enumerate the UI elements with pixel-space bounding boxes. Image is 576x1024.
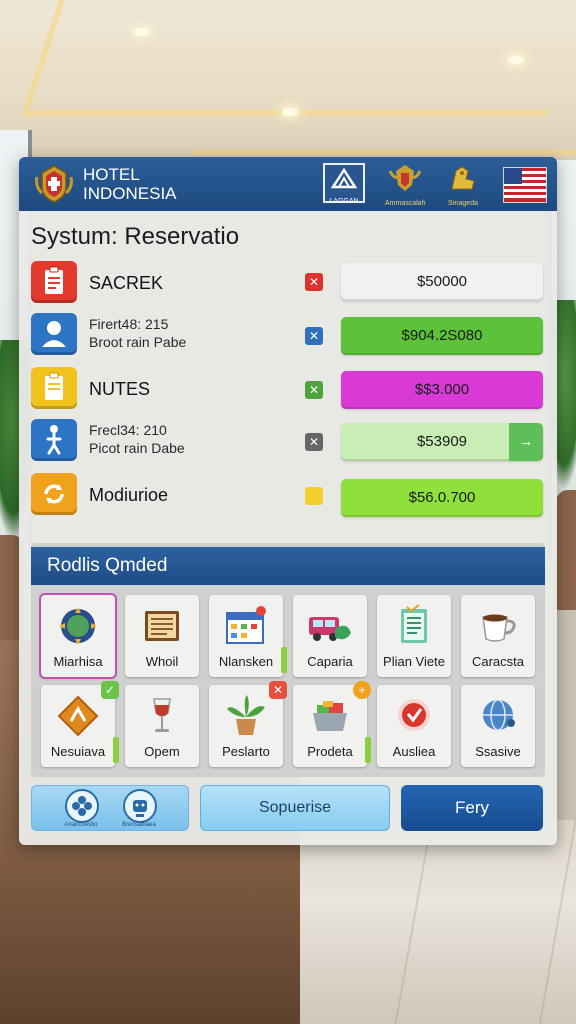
user-icon [31, 313, 77, 355]
globe-icon [483, 699, 515, 731]
reservation-row[interactable]: Firert48: 215 Broot rain Pabe ✕ $904.2S0… [31, 313, 545, 359]
notes-icon [31, 367, 77, 409]
module-tile[interactable]: Caracsta [461, 595, 535, 677]
emblem-icon [59, 607, 97, 645]
quick-modules: Rodlis Qmded Miarhisa Whoil Nlansken Cap… [31, 543, 545, 777]
robot-icon[interactable] [123, 789, 157, 823]
fery-button[interactable]: Fery [401, 785, 543, 831]
ceiling-light [508, 56, 524, 64]
app-header: HOTEL INDONESIA LAGGAN Ammascalah Smaged [19, 157, 557, 211]
reservation-row[interactable]: Modiurioe $56.0.700 [31, 473, 545, 519]
modules-header: Rodlis Qmded [31, 547, 545, 585]
checklist-icon [401, 604, 427, 643]
reservation-row[interactable]: Frecl34: 210 Picot rain Dabe ✕ $53909 → [31, 419, 545, 465]
potted-plant-icon [227, 695, 265, 735]
guest-room: Picot rain Dabe [89, 440, 185, 456]
mountain-logo-icon [323, 163, 365, 203]
module-tile[interactable]: Caparia [293, 595, 367, 677]
badge-laggan[interactable]: LAGGAN [321, 163, 367, 207]
arrow-right-icon[interactable]: → [509, 423, 543, 461]
us-flag-icon[interactable] [503, 167, 547, 203]
reservation-panel: HOTEL INDONESIA LAGGAN Ammascalah Smaged [19, 157, 557, 845]
reservation-row[interactable]: NUTES ✕ $$3.000 [31, 367, 545, 413]
yellow-square-icon[interactable] [305, 487, 323, 505]
module-tile[interactable]: Ssasive [461, 685, 535, 767]
alert-badge-icon: ✕ [269, 681, 287, 699]
supervise-button[interactable]: Sopuerise [200, 785, 390, 831]
row-label: NUTES [89, 379, 151, 399]
walking-person-icon [31, 419, 77, 461]
module-tile[interactable]: Plian Viete [377, 595, 451, 677]
guest-id: Firert48: 215 [89, 316, 169, 332]
module-tile[interactable]: Nlansken [209, 595, 287, 677]
cross-mark-icon[interactable]: ✕ [305, 273, 323, 291]
module-tile[interactable]: Ausliea [377, 685, 451, 767]
clipboard-icon [31, 261, 77, 303]
diamond-sign-icon [57, 695, 99, 737]
badge-ammascalah[interactable]: Ammascalah [385, 163, 425, 207]
shortcut-buttons[interactable]: Anancoestio Brensadlaea [31, 785, 189, 831]
reservation-row[interactable]: SACREK ✕ $50000 [31, 261, 545, 307]
amount-field[interactable]: $$3.000 [341, 371, 543, 409]
heart-badge-icon [398, 699, 430, 731]
flower-icon[interactable] [65, 789, 99, 823]
eagle-emblem-icon [388, 165, 422, 191]
refresh-icon [31, 473, 77, 515]
ceiling-light [134, 28, 150, 36]
row-label: Modiurioe [89, 485, 169, 505]
laundry-basket-icon [313, 701, 347, 731]
amount-field[interactable]: $50000 [341, 263, 543, 301]
check-grid-icon[interactable]: ✕ [305, 381, 323, 399]
module-tile[interactable]: Peslarto ✕ [209, 681, 287, 767]
module-tile[interactable]: Whoil [125, 595, 199, 677]
amount-field[interactable]: $53909 → [341, 423, 543, 461]
module-tile[interactable]: Miarhisa [41, 595, 115, 677]
guest-room: Broot rain Pabe [89, 334, 187, 350]
guest-id: Frecl34: 210 [89, 422, 167, 438]
garuda-icon [451, 166, 475, 190]
calendar-map-icon [226, 606, 266, 644]
truck-icon [309, 617, 351, 641]
module-tile[interactable]: Nesuiava ✓ [41, 681, 119, 767]
wine-glass-icon [153, 698, 171, 732]
tools-icon[interactable]: ✕ [305, 327, 323, 345]
module-tile[interactable]: Prodeta + [293, 681, 371, 767]
ceiling-light [282, 108, 298, 116]
hotel-name: HOTEL INDONESIA [83, 165, 177, 203]
amount-field[interactable]: $56.0.700 [341, 479, 543, 517]
badge-smageda[interactable]: Smageda [443, 163, 483, 207]
notebook-icon [145, 611, 179, 641]
hotel-crest-icon [35, 165, 73, 203]
module-tile[interactable]: Opem [125, 685, 199, 767]
amount-field[interactable]: $904.2S080 [341, 317, 543, 355]
sofa [556, 490, 576, 610]
cross-tools-icon[interactable]: ✕ [305, 433, 323, 451]
check-badge-icon: ✓ [101, 681, 119, 699]
row-label: SACREK [89, 273, 164, 293]
coffee-cup-icon [482, 614, 516, 642]
plus-badge-icon: + [353, 681, 371, 699]
page-title: Systum: Reservatio [31, 223, 240, 250]
